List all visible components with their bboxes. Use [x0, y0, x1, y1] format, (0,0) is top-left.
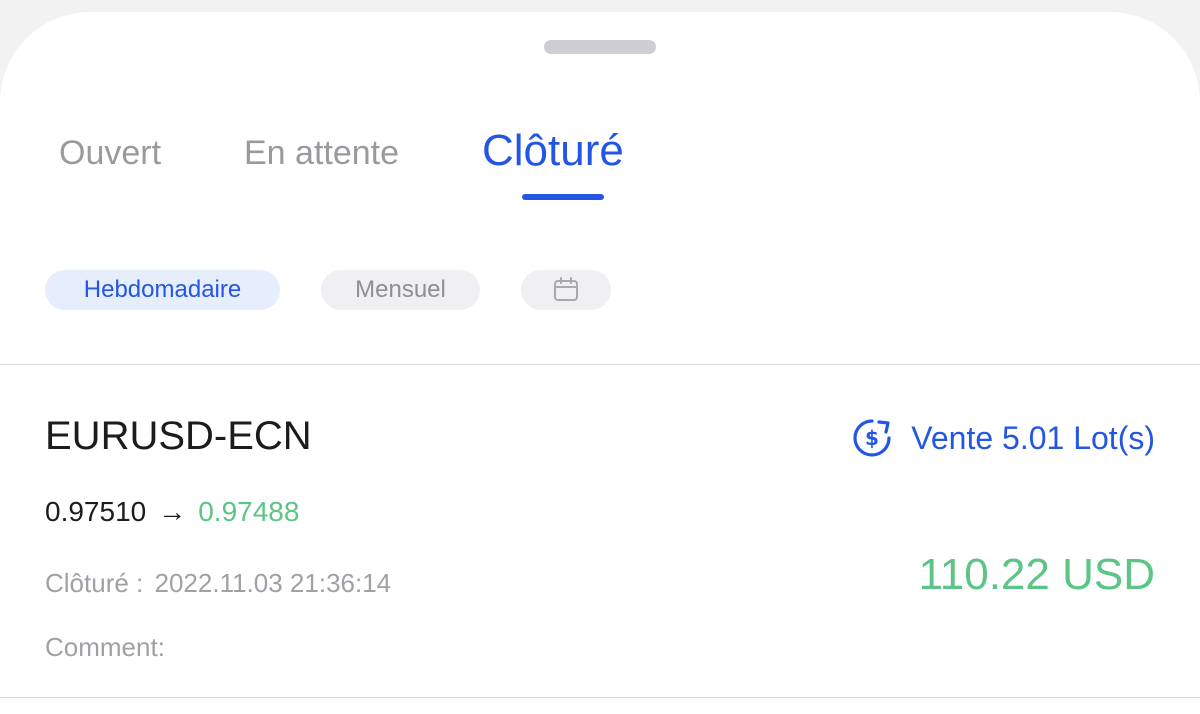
- closed-time-row: Clôturé : 2022.11.03 21:36:14: [45, 568, 391, 599]
- trade-symbol: EURUSD-ECN: [45, 414, 312, 458]
- tab-pending[interactable]: En attente: [244, 128, 399, 178]
- filter-weekly[interactable]: Hebdomadaire: [45, 270, 280, 310]
- order-type-label: Vente 5.01 Lot(s): [911, 419, 1155, 456]
- open-price: 0.97510: [45, 496, 147, 527]
- calendar-icon: [554, 277, 578, 301]
- close-price: 0.97488: [198, 496, 300, 527]
- bottom-sheet: Ouvert En attente Clôturé Hebdomadaire M…: [0, 12, 1200, 714]
- filter-monthly[interactable]: Mensuel: [321, 270, 480, 310]
- arrow-right-icon: →: [158, 496, 187, 527]
- price-range: 0.97510 → 0.97488: [45, 496, 299, 528]
- order-type: $ Vente 5.01 Lot(s): [851, 416, 1155, 460]
- active-tab-indicator: [522, 194, 604, 200]
- svg-text:$: $: [865, 426, 879, 450]
- tab-closed[interactable]: Clôturé: [482, 126, 624, 176]
- filter-calendar-button[interactable]: [521, 270, 611, 310]
- closed-time: 2022.11.03 21:36:14: [154, 568, 392, 598]
- drag-handle[interactable]: [544, 40, 656, 54]
- currency-exchange-icon: $: [853, 419, 891, 457]
- closed-label: Clôturé :: [45, 568, 144, 598]
- comment-label: Comment:: [45, 632, 165, 662]
- divider: [0, 364, 1200, 365]
- tab-open[interactable]: Ouvert: [59, 128, 161, 178]
- trade-profit: 110.22 USD: [918, 550, 1155, 599]
- divider: [0, 697, 1200, 698]
